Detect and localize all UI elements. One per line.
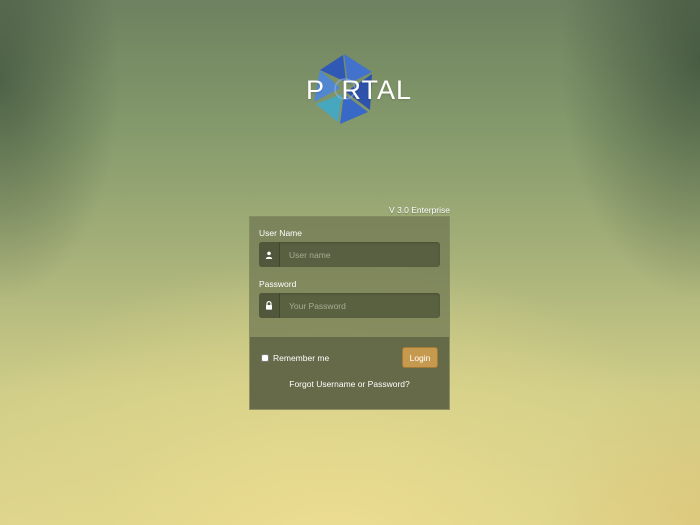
lock-icon xyxy=(259,293,280,318)
remember-me-label: Remember me xyxy=(273,353,330,363)
password-input[interactable] xyxy=(280,293,440,318)
login-panel: User Name Password Remember xyxy=(249,216,450,410)
username-label: User Name xyxy=(259,228,302,238)
logo-text: P RTAL xyxy=(306,75,413,105)
remember-me-checkbox[interactable] xyxy=(261,354,269,362)
version-label: V 3.0 Enterprise xyxy=(389,205,450,215)
username-input[interactable] xyxy=(280,242,440,267)
credentials-section: User Name Password xyxy=(250,217,449,337)
forgot-credentials-link[interactable]: Forgot Username or Password? xyxy=(250,379,449,389)
user-icon xyxy=(259,242,280,267)
actions-section: Remember me Login Forgot Username or Pas… xyxy=(250,337,449,409)
login-button[interactable]: Login xyxy=(402,347,438,368)
password-field-group xyxy=(259,293,440,318)
portal-logo: P RTAL xyxy=(300,52,420,126)
password-label: Password xyxy=(259,279,297,289)
username-field-group xyxy=(259,242,440,267)
remember-me[interactable]: Remember me xyxy=(261,353,329,363)
